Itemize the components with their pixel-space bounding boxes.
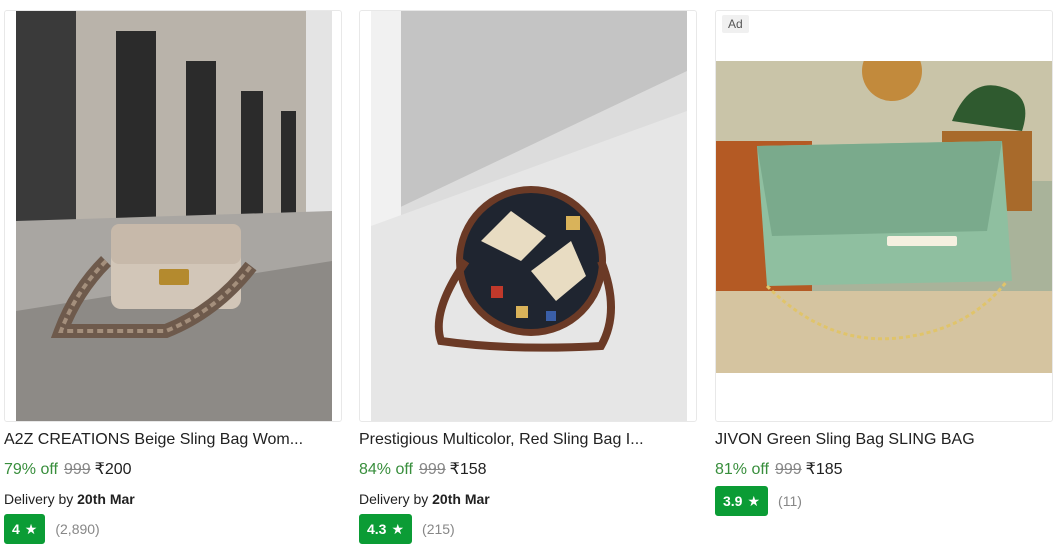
rating-value: 4.3 [367,521,387,537]
mrp-price: 999 [774,461,802,478]
product-card[interactable]: Ad JIVON Green Sling Bag SLING BAG 81% o… [711,0,1057,551]
product-title[interactable]: Prestigious Multicolor, Red Sling Bag I.… [359,431,693,449]
discount-label: 81% off [715,461,769,478]
product-title[interactable]: JIVON Green Sling Bag SLING BAG [715,431,1049,449]
product-card[interactable]: Prestigious Multicolor, Red Sling Bag I.… [355,0,701,551]
mrp-price: 999 [63,461,91,478]
product-image-frame[interactable] [4,10,342,422]
star-icon: ★ [747,492,761,509]
product-image[interactable] [371,11,687,421]
product-image-frame[interactable] [359,10,697,422]
product-card[interactable]: A2Z CREATIONS Beige Sling Bag Wom... 79%… [0,0,346,551]
selling-price: ₹158 [449,461,487,478]
delivery-info: Delivery by 20th Mar [4,491,135,507]
rating-count: (2,890) [55,521,100,537]
selling-price: ₹185 [805,461,843,478]
product-image[interactable] [16,11,332,421]
price-row: 79% off 999 ₹200 [4,459,132,479]
product-grid: A2Z CREATIONS Beige Sling Bag Wom... 79%… [0,0,1061,551]
rating-badge: 4.3 ★ [359,514,413,544]
discount-label: 79% off [4,461,58,478]
star-icon: ★ [391,520,405,537]
delivery-prefix: Delivery by [4,491,74,507]
rating-row: 4 ★ (2,890) [4,514,100,544]
rating-badge: 3.9 ★ [715,486,769,516]
product-title[interactable]: A2Z CREATIONS Beige Sling Bag Wom... [4,431,338,449]
rating-count: (11) [778,493,802,509]
delivery-info: Delivery by 20th Mar [359,491,490,507]
rating-count: (215) [422,521,455,537]
rating-row: 3.9 ★ (11) [715,486,802,516]
delivery-date: 20th Mar [77,491,135,507]
delivery-date: 20th Mar [432,491,490,507]
price-row: 81% off 999 ₹185 [715,459,843,479]
rating-value: 3.9 [723,493,743,509]
mrp-price: 999 [418,461,446,478]
product-image-frame[interactable]: Ad [715,10,1053,422]
selling-price: ₹200 [94,461,132,478]
rating-badge: 4 ★ [4,514,46,544]
discount-label: 84% off [359,461,413,478]
ad-badge: Ad [722,15,749,33]
product-image[interactable] [716,61,1052,373]
star-icon: ★ [24,520,38,537]
price-row: 84% off 999 ₹158 [359,459,487,479]
rating-row: 4.3 ★ (215) [359,514,455,544]
delivery-prefix: Delivery by [359,491,429,507]
rating-value: 4 [12,521,20,537]
